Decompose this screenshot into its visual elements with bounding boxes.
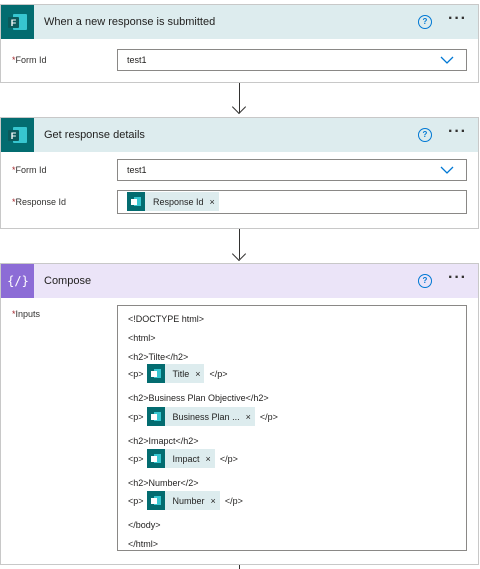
response-id-label: *Response Id: [12, 197, 67, 207]
svg-text:F: F: [10, 131, 16, 141]
form-id-row: *Form Id test1: [1, 47, 478, 77]
svg-text:F: F: [10, 18, 16, 28]
dynamic-content-token[interactable]: Title ×: [146, 364, 205, 383]
details-card-header[interactable]: F Get response details ? ···: [1, 118, 478, 152]
inputs-line-text: <h2>Imapct</h2>: [128, 435, 199, 446]
inputs-line: <h2>Business Plan Objective</h2>: [128, 388, 269, 407]
arrow-down-stub: [239, 565, 240, 569]
response-id-token[interactable]: Response Id ×: [127, 192, 219, 211]
inputs-line: <p> Title × </p>: [128, 364, 228, 383]
inputs-line-text: </p>: [224, 495, 243, 506]
form-id-dropdown[interactable]: test1: [117, 159, 467, 181]
form-id-label: *Form Id: [12, 165, 47, 175]
inputs-line: </body>: [128, 515, 161, 534]
dynamic-content-token[interactable]: Number ×: [146, 491, 220, 510]
inputs-line: <p> Business Plan ... × </p>: [128, 407, 278, 426]
forms-app-icon: F: [1, 5, 34, 39]
details-title: Get response details: [44, 129, 145, 141]
svg-text:{/}: {/}: [8, 274, 28, 288]
inputs-line: <h2>Imapct</h2>: [128, 431, 199, 450]
form-id-label: *Form Id: [12, 55, 47, 65]
inputs-line-text: <p>: [128, 453, 144, 464]
chevron-down-icon[interactable]: [440, 163, 454, 177]
forms-token-icon: [146, 407, 165, 426]
token-remove-icon[interactable]: ×: [210, 197, 215, 207]
inputs-line-text: <html>: [128, 332, 156, 343]
inputs-line: <html>: [128, 328, 156, 347]
inputs-line: </html>: [128, 534, 158, 553]
chevron-down-icon[interactable]: [440, 53, 454, 67]
inputs-line-text: </p>: [209, 368, 228, 379]
trigger-card-header[interactable]: F When a new response is submitted ? ···: [1, 5, 478, 39]
help-circle-icon[interactable]: ?: [418, 15, 432, 29]
form-id-value: test1: [127, 55, 147, 65]
more-options-icon[interactable]: ···: [448, 270, 467, 286]
response-id-row: *Response Id Response Id ×: [1, 187, 478, 219]
token-label: Number: [172, 495, 205, 506]
compose-curly-braces-icon: {/}: [1, 264, 34, 298]
arrow-head: [231, 99, 247, 115]
dynamic-content-token[interactable]: Business Plan ... ×: [146, 407, 255, 426]
inputs-line: <p> Impact × </p>: [128, 449, 238, 468]
inputs-line-text: <h2>Business Plan Objective</h2>: [128, 392, 269, 403]
inputs-line: <h2>Number</2>: [128, 473, 199, 492]
token-label: Title: [172, 368, 190, 379]
help-circle-icon[interactable]: ?: [418, 128, 432, 142]
details-card: F Get response details ? ··· *Form Id te…: [0, 117, 479, 229]
compose-card: {/} Compose ? ··· *Inputs <!DOCTYPE html…: [0, 263, 479, 565]
inputs-line: <p> Number × </p>: [128, 491, 243, 510]
inputs-line-text: <p>: [128, 368, 144, 379]
inputs-line-text: <!DOCTYPE html>: [128, 313, 205, 324]
token-label: Impact: [172, 453, 200, 464]
help-circle-icon[interactable]: ?: [418, 274, 432, 288]
compose-card-header[interactable]: {/} Compose ? ···: [1, 264, 478, 298]
form-id-row: *Form Id test1: [1, 157, 478, 187]
inputs-line-text: <p>: [128, 411, 144, 422]
more-options-icon[interactable]: ···: [448, 11, 467, 27]
form-id-dropdown[interactable]: test1: [117, 49, 467, 71]
inputs-line-text: <h2>Number</2>: [128, 477, 199, 488]
token-label: Business Plan ...: [172, 411, 240, 422]
forms-token-icon: [146, 491, 165, 510]
inputs-line-text: </p>: [259, 411, 278, 422]
forms-token-icon: [146, 449, 165, 468]
compose-title: Compose: [44, 275, 92, 287]
inputs-editor[interactable]: <!DOCTYPE html> <html> <h2>Tilte</h2> <p> Ti…: [117, 305, 467, 551]
inputs-line-text: </p>: [219, 453, 238, 464]
trigger-title: When a new response is submitted: [44, 16, 216, 28]
trigger-card: F When a new response is submitted ? ···…: [0, 4, 479, 83]
inputs-line-text: </html>: [128, 538, 159, 549]
forms-app-icon: F: [1, 118, 34, 152]
arrow-head: [231, 246, 247, 262]
inputs-line-text: <p>: [128, 495, 144, 506]
inputs-line: <!DOCTYPE html>: [128, 309, 204, 328]
token-remove-icon[interactable]: ×: [246, 412, 251, 422]
form-id-value: test1: [127, 165, 147, 175]
inputs-line-text: <h2>Tilte</h2>: [128, 351, 189, 362]
forms-token-icon: [127, 192, 145, 211]
token-remove-icon[interactable]: ×: [206, 454, 211, 464]
token-remove-icon[interactable]: ×: [195, 369, 200, 379]
inputs-line-text: </body>: [128, 519, 161, 530]
forms-token-icon: [146, 364, 165, 383]
response-id-input[interactable]: Response Id ×: [117, 190, 467, 214]
more-options-icon[interactable]: ···: [448, 124, 467, 140]
inputs-label: *Inputs: [12, 309, 41, 319]
dynamic-content-token[interactable]: Impact ×: [146, 449, 215, 468]
token-remove-icon[interactable]: ×: [211, 496, 216, 506]
